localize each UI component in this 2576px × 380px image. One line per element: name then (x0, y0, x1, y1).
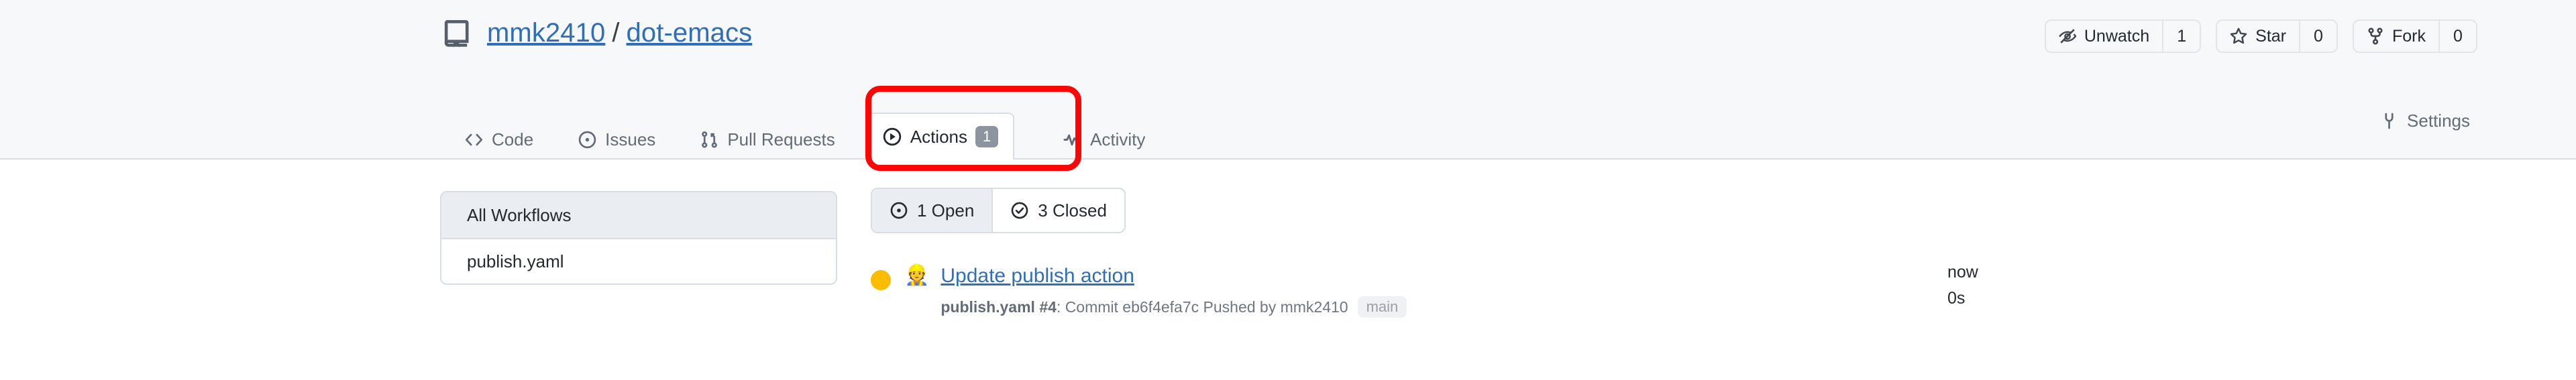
gear-icon (2379, 111, 2399, 131)
watch-button-group[interactable]: Unwatch 1 (2044, 19, 2202, 53)
workflow-sidebar: All Workflows publish.yaml (440, 191, 837, 285)
tab-settings-label: Settings (2407, 111, 2470, 131)
watch-count[interactable]: 1 (2162, 21, 2200, 52)
issue-opened-icon (578, 130, 597, 149)
repo-icon (441, 17, 472, 48)
fork-button-group[interactable]: Fork 0 (2353, 19, 2477, 53)
workflow-run-row[interactable]: 👷 Update publish action publish.yaml #4:… (871, 260, 2180, 318)
tab-actions-badge: 1 (975, 126, 998, 147)
run-workflow-ref: publish.yaml #4 (941, 298, 1057, 316)
unwatch-label: Unwatch (2084, 26, 2150, 46)
sidebar-item-label: All Workflows (467, 204, 572, 225)
tab-actions[interactable]: Actions 1 (865, 113, 1014, 161)
run-title-link[interactable]: Update publish action (941, 265, 1134, 287)
run-relative-time: now (1947, 263, 1978, 281)
tab-issues[interactable]: Issues (564, 119, 669, 160)
run-emoji: 👷 (904, 264, 930, 286)
workflow-run-list: 👷 Update publish action publish.yaml #4:… (871, 260, 2180, 318)
tab-activity-label: Activity (1090, 129, 1146, 149)
github-actions-page: mmk2410/dot-emacs Unwatch 1 Star 0 Fork … (0, 0, 2576, 380)
repo-name-link[interactable]: dot-emacs (627, 17, 753, 48)
run-timing: now 0s (1947, 260, 1978, 310)
star-icon (2229, 27, 2248, 46)
fork-count[interactable]: 0 (2438, 21, 2476, 52)
run-details: Update publish action publish.yaml #4: C… (941, 264, 1407, 318)
repo-action-buttons: Unwatch 1 Star 0 Fork 0 (2044, 19, 2477, 53)
run-meta-suffix: : Commit eb6f4efa7c Pushed by mmk2410 (1056, 298, 1348, 316)
run-status-filters: 1 Open 3 Closed (871, 188, 1126, 233)
star-button-group[interactable]: Star 0 (2216, 19, 2338, 53)
issue-opened-icon (890, 201, 908, 220)
sidebar-item-publish-yaml[interactable]: publish.yaml (441, 238, 836, 283)
unwatch-button[interactable]: Unwatch (2046, 21, 2162, 52)
filter-open[interactable]: 1 Open (872, 189, 992, 232)
tab-pull-requests-label: Pull Requests (727, 129, 835, 149)
pulse-icon (1063, 130, 1082, 149)
eye-closed-icon (2058, 27, 2077, 46)
repo-title: mmk2410/dot-emacs (441, 17, 752, 48)
repo-header: mmk2410/dot-emacs Unwatch 1 Star 0 Fork … (0, 0, 2576, 161)
repo-path-separator: / (612, 18, 620, 48)
tab-code-label: Code (492, 129, 534, 149)
star-button[interactable]: Star (2217, 21, 2299, 52)
repo-nav-tabs: Code Issues Pull Requests Actions 1 Acti… (451, 109, 1176, 161)
code-icon (464, 130, 484, 149)
actions-body: All Workflows publish.yaml 1 Open 3 Clos… (0, 160, 2576, 380)
repo-owner-link[interactable]: mmk2410 (487, 17, 605, 48)
tab-issues-label: Issues (605, 129, 656, 149)
filter-closed[interactable]: 3 Closed (991, 189, 1124, 232)
sidebar-item-all-workflows[interactable]: All Workflows (441, 192, 836, 238)
tab-pull-requests[interactable]: Pull Requests (686, 119, 848, 160)
fork-icon (2366, 27, 2385, 46)
fork-label: Fork (2392, 26, 2426, 46)
tab-settings[interactable]: Settings (2379, 111, 2470, 131)
sidebar-item-label: publish.yaml (467, 251, 564, 271)
tab-activity[interactable]: Activity (1049, 119, 1159, 160)
run-duration: 0s (1947, 289, 1966, 308)
play-icon (882, 127, 902, 147)
star-count[interactable]: 0 (2299, 21, 2337, 52)
run-meta: publish.yaml #4: Commit eb6f4efa7c Pushe… (941, 296, 1407, 318)
filter-closed-label: 3 Closed (1038, 200, 1107, 220)
tab-actions-label: Actions (910, 126, 967, 147)
tab-code[interactable]: Code (451, 119, 547, 160)
repo-breadcrumb: mmk2410/dot-emacs (487, 17, 752, 48)
filter-open-label: 1 Open (917, 200, 975, 220)
check-circle-icon (1010, 201, 1029, 220)
star-label: Star (2255, 26, 2286, 46)
fork-button[interactable]: Fork (2354, 21, 2438, 52)
branch-badge[interactable]: main (1357, 296, 1407, 318)
status-indicator-in-progress (871, 270, 891, 290)
git-pull-request-icon (700, 130, 719, 149)
run-meta-text: publish.yaml #4: Commit eb6f4efa7c Pushe… (941, 298, 1348, 316)
